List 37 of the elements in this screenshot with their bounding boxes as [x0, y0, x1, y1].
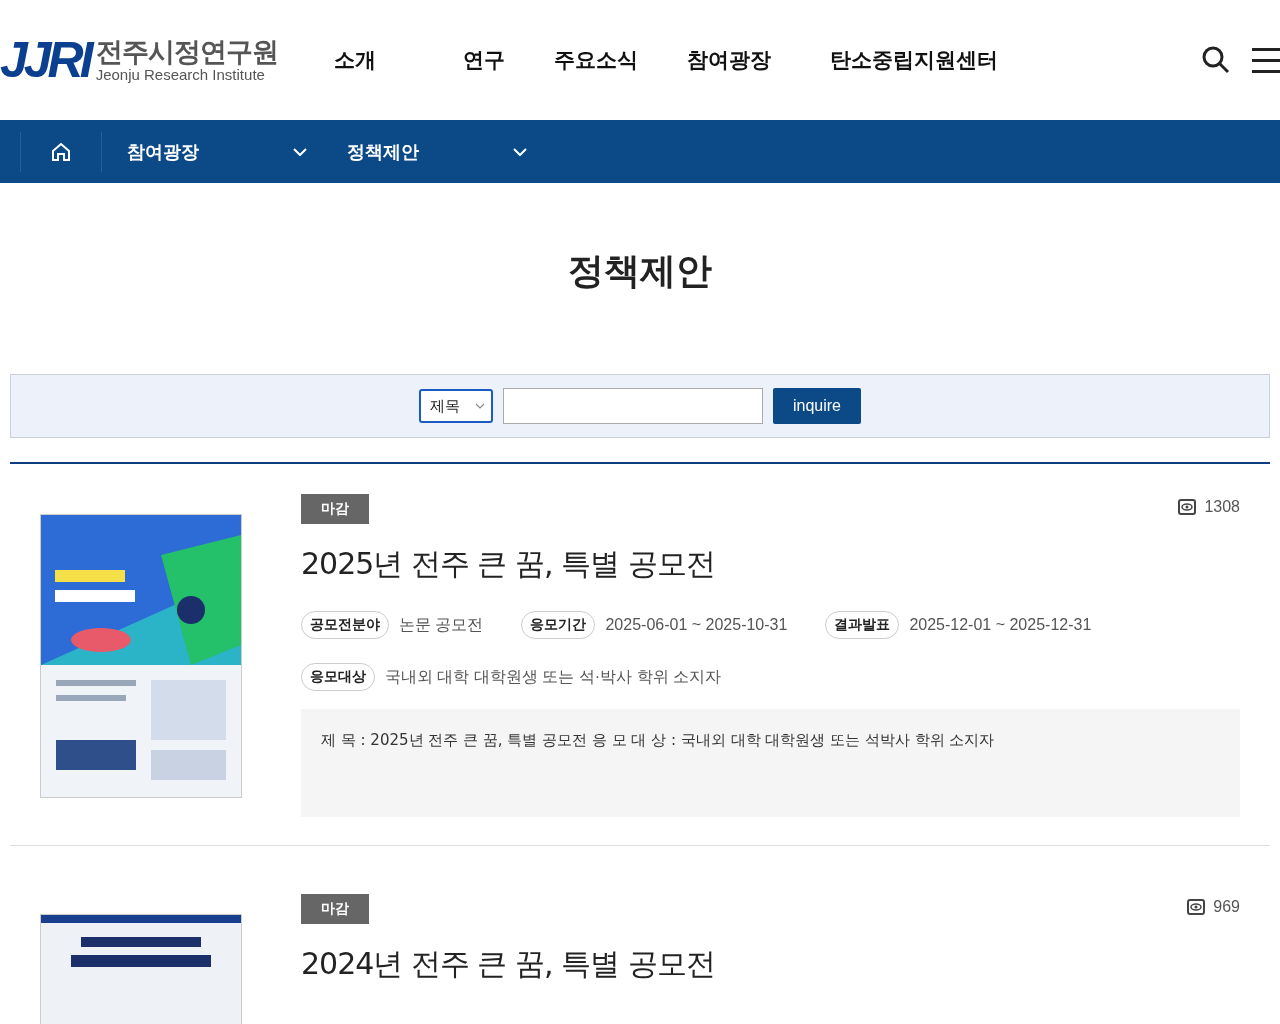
- breadcrumb-dropdown[interactable]: 정책제안: [322, 139, 542, 164]
- search-type-select[interactable]: 제목: [419, 389, 493, 423]
- menu-item[interactable]: 소개: [309, 46, 439, 74]
- field-value: 2025-12-01 ~ 2025-12-31: [909, 616, 1092, 634]
- chevron-down-icon[interactable]: [513, 147, 527, 156]
- field-label: 응모기간: [521, 611, 596, 639]
- chevron-down-icon[interactable]: [293, 147, 307, 156]
- view-count: 1308: [1204, 498, 1240, 516]
- home-icon[interactable]: [51, 141, 71, 162]
- search-icon[interactable]: [1202, 46, 1230, 74]
- menu-item[interactable]: 참여광장: [662, 46, 806, 74]
- field-value: 논문 공모전: [399, 614, 484, 635]
- status-badge: 마감: [301, 494, 369, 524]
- page-title: 정책제안: [567, 249, 713, 293]
- menu-icon[interactable]: [1252, 47, 1280, 73]
- menu-item[interactable]: 연구: [438, 46, 530, 74]
- eye-icon: [1178, 499, 1197, 515]
- menu-item[interactable]: 주요소식: [529, 46, 663, 74]
- breadcrumb-dropdown[interactable]: 참여광장: [102, 139, 322, 164]
- field-label: 공모전분야: [301, 611, 389, 639]
- eye-icon: [1187, 899, 1206, 915]
- post-title[interactable]: 2024년 전주 큰 꿈, 특별 공모전: [301, 944, 1240, 985]
- post-title[interactable]: 2025년 전주 큰 꿈, 특별 공모전: [301, 544, 1240, 585]
- status-badge: 마감: [301, 894, 369, 924]
- field-label: 응모대상: [301, 663, 375, 691]
- search-field[interactable]: [503, 388, 763, 424]
- logo-subtitle: Jeonju Research Institute: [95, 66, 266, 84]
- logo-name: 전주시정연구원: [95, 36, 278, 67]
- view-count: 969: [1213, 898, 1240, 916]
- inquire-button[interactable]: inquire: [773, 388, 861, 424]
- field-value: 국내외 대학 대학원생 또는 석·박사 학위 소지자: [385, 666, 721, 687]
- chevron-down-icon: [475, 403, 485, 409]
- logo-mark[interactable]: JJRI: [0, 35, 90, 85]
- menu-item[interactable]: 탄소중립지원센터: [805, 46, 998, 74]
- field-label: 결과발표: [825, 611, 900, 639]
- field-value: 2025-06-01 ~ 2025-10-31: [605, 616, 788, 634]
- post-summary: 제 목 : 2025년 전주 큰 꿈, 특별 공모전 응 모 대 상 : 국내외 대학 대학원생 또는 석박사 학위 소지자: [301, 709, 1240, 817]
